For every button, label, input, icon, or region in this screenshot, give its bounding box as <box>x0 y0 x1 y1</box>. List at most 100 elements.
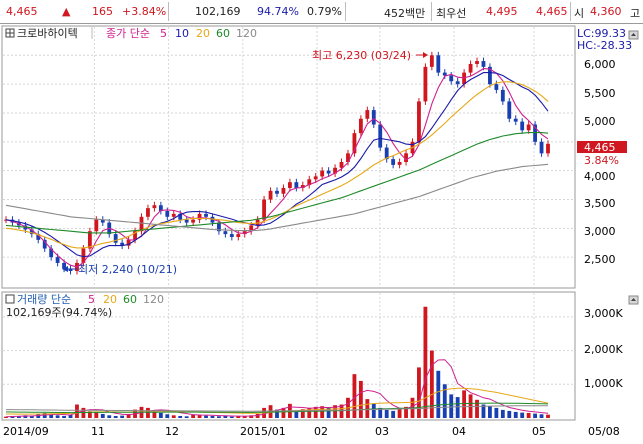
indicator-name: 크로바하이텍 <box>17 26 78 40</box>
candle-body <box>423 66 428 102</box>
candle-body <box>262 199 267 220</box>
volume-bar <box>178 415 183 418</box>
last-price: 4,465 <box>584 141 616 154</box>
date-tick: 05/08 <box>588 425 620 438</box>
candle-body <box>204 213 208 217</box>
candle-body <box>520 121 525 131</box>
volume-bar <box>191 414 196 418</box>
volume-ratio: 94.74% <box>257 5 299 18</box>
date-axis: 2014/09 11 12 2015/01 02 03 04 05 05/08 <box>3 425 620 438</box>
ma-period-10: 10 <box>175 27 189 40</box>
open-label: 시 <box>574 7 585 20</box>
candle-body <box>417 101 421 142</box>
volume-bar <box>500 409 505 418</box>
volume-bar <box>539 414 544 418</box>
volume-value: 102,169 <box>195 5 241 18</box>
volume-bar <box>62 415 66 418</box>
high-label: 고 <box>630 7 641 20</box>
ma-period-120: 120 <box>236 27 257 40</box>
best-bid: 4,465 <box>536 5 568 18</box>
volume-bar <box>488 406 492 418</box>
candle-body <box>507 101 512 119</box>
volume-bar <box>113 415 118 418</box>
candle-body <box>146 208 150 217</box>
candle-body <box>526 124 531 131</box>
volume-bar <box>436 370 441 418</box>
candle-body <box>468 63 473 73</box>
candle-body <box>275 190 279 194</box>
volume-bar <box>229 416 234 418</box>
candle-body <box>326 170 331 174</box>
price-tick: 5,500 <box>584 87 616 100</box>
stock-chart[interactable]: 크로바하이텍 종가 단순 5 10 20 60 120 LC:99.33 HC:… <box>0 24 643 441</box>
best-ask: 4,495 <box>486 5 518 18</box>
candle-body <box>229 234 234 237</box>
volume-bar <box>171 415 176 418</box>
candle-body <box>313 176 318 180</box>
candle-body <box>429 55 434 67</box>
candle-body <box>442 72 447 76</box>
volume-bar <box>371 403 376 418</box>
divider <box>168 2 169 21</box>
candle-body <box>281 187 286 194</box>
volume-bar <box>455 397 460 418</box>
volume-axis: 3,000K 2,000K 1,000K <box>584 307 623 390</box>
volume-bar <box>165 414 170 418</box>
volume-bar <box>533 413 538 418</box>
ma-period-20: 20 <box>196 27 210 40</box>
price-tick: 3,500 <box>584 197 616 210</box>
current-price: 4,465 <box>6 5 38 18</box>
candle-body <box>236 234 241 237</box>
volume-bar <box>384 409 389 418</box>
volume-bar <box>423 306 428 418</box>
candle-body <box>513 118 518 122</box>
volume-bar <box>494 407 499 418</box>
candle-body <box>449 75 454 82</box>
candle-body <box>358 118 363 134</box>
candle-body <box>378 124 383 148</box>
price-panel <box>1 25 576 289</box>
candle-body <box>462 72 467 85</box>
trading-amount: 452백만 <box>384 7 426 20</box>
candle-body <box>223 231 228 235</box>
vol-ma-period-60: 60 <box>123 293 137 306</box>
divider <box>345 2 346 21</box>
volume-tick: 3,000K <box>584 307 623 320</box>
candle-body <box>184 219 189 223</box>
vol-ma-period-20: 20 <box>103 293 117 306</box>
price-tick: 4,000 <box>584 170 616 183</box>
candle-body <box>494 84 499 90</box>
turnover-rate: 0.79% <box>307 5 342 18</box>
volume-bar <box>294 411 299 418</box>
volume-bar <box>120 415 125 418</box>
candle-body <box>152 205 157 209</box>
candle-body <box>268 190 273 200</box>
volume-bar <box>94 412 99 418</box>
volume-bar <box>546 414 550 418</box>
hc-value: HC:-28.33 <box>577 39 632 52</box>
candle-body <box>546 143 550 154</box>
volume-bar <box>397 409 402 418</box>
candle-body <box>475 61 479 64</box>
volume-bar <box>184 416 189 418</box>
candle-body <box>94 219 99 232</box>
date-tick: 03 <box>375 425 389 438</box>
volume-bar <box>107 415 112 418</box>
candle-body <box>294 182 299 188</box>
candle-body <box>500 89 505 102</box>
open-price: 4,360 <box>590 5 622 18</box>
volume-bar <box>158 412 163 418</box>
volume-bar <box>210 415 215 418</box>
change-percent: +3.84% <box>122 5 167 18</box>
volume-indicator-name: 거래량 단순 <box>17 293 71 306</box>
date-tick: 2015/01 <box>240 425 286 438</box>
divider <box>570 2 571 21</box>
volume-bar <box>75 404 79 418</box>
volume-bar <box>358 380 363 418</box>
last-change-pct: 3.84% <box>584 154 619 167</box>
price-legend: 크로바하이텍 종가 단순 5 10 20 60 120 <box>5 26 257 40</box>
volume-tick: 1,000K <box>584 377 623 390</box>
candle-body <box>397 162 402 165</box>
date-tick: 05 <box>532 425 546 438</box>
high-annotation: 최고 6,230 (03/24) <box>312 49 411 62</box>
